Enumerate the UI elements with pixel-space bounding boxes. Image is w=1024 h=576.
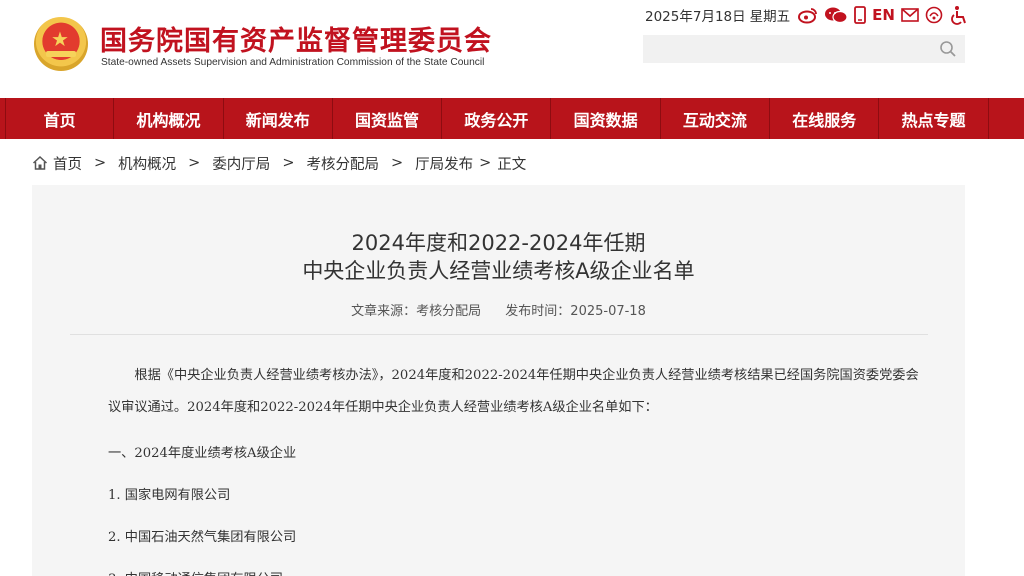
nav-item-interaction[interactable]: 互动交流: [661, 98, 771, 139]
breadcrumb-home[interactable]: 首页: [53, 153, 82, 174]
list-item: 2. 中国石油天然气集团有限公司: [108, 530, 297, 545]
mobile-icon[interactable]: [854, 5, 867, 25]
home-icon: [32, 155, 48, 170]
article-title: 2024年度和2022-2024年任期 中央企业负责人经营业绩考核A级企业名单: [32, 229, 965, 285]
nav-item-news[interactable]: 新闻发布: [224, 98, 333, 139]
article-intro-paragraph: 根据《中央企业负责人经营业绩考核办法》，2024年度和2022-2024年任期中…: [108, 368, 919, 415]
nav-item-supervision[interactable]: 国资监管: [333, 98, 443, 139]
article-source: 文章来源：考核分配局: [351, 304, 482, 319]
article-title-line-1: 2024年度和2022-2024年任期: [351, 231, 646, 255]
section-heading: 一、2024年度业绩考核A级企业: [108, 446, 297, 461]
breadcrumb-assessment-bureau[interactable]: 考核分配局: [306, 153, 379, 174]
breadcrumb-departments[interactable]: 委内厅局: [212, 153, 270, 174]
article-body: 根据《中央企业负责人经营业绩考核办法》，2024年度和2022-2024年任期中…: [108, 360, 928, 576]
accessibility-icon[interactable]: [949, 5, 967, 25]
current-weekday: 星期五: [749, 9, 791, 25]
nav-item-home[interactable]: 首页: [5, 98, 115, 139]
article-publish-time: 发布时间：2025-07-18: [505, 304, 646, 319]
national-emblem-logo[interactable]: ★: [34, 17, 88, 71]
search-box: [643, 35, 965, 63]
english-version-link[interactable]: EN: [872, 6, 895, 24]
breadcrumb-bureau-releases[interactable]: 厅局发布: [415, 153, 473, 174]
article-panel: 2024年度和2022-2024年任期 中央企业负责人经营业绩考核A级企业名单 …: [32, 185, 965, 576]
search-icon[interactable]: [939, 40, 957, 58]
top-utility-bar: 2025年7月18日 星期五 EN: [645, 4, 973, 26]
mail-icon[interactable]: [901, 5, 919, 25]
elder-care-icon[interactable]: [925, 5, 943, 25]
weibo-icon[interactable]: [798, 5, 818, 25]
site-title-en: State-owned Assets Supervision and Admin…: [101, 57, 485, 68]
breadcrumb-separator: >: [188, 155, 201, 171]
current-date: 2025年7月18日: [645, 9, 746, 25]
breadcrumb-current: 正文: [497, 156, 527, 173]
site-title-cn[interactable]: 国务院国有资产监督管理委员会: [100, 19, 492, 58]
breadcrumb-separator: >: [390, 155, 404, 171]
nav-item-data[interactable]: 国资数据: [551, 98, 661, 139]
site-header: ★ 国务院国有资产监督管理委员会 State-owned Assets Supe…: [0, 0, 1024, 98]
nav-item-online-services[interactable]: 在线服务: [770, 98, 880, 139]
breadcrumb-separator: >: [94, 155, 107, 171]
nav-item-government-affairs[interactable]: 政务公开: [442, 98, 552, 139]
breadcrumb-separator: >: [282, 155, 295, 171]
article-title-line-2: 中央企业负责人经营业绩考核A级企业名单: [302, 259, 695, 283]
breadcrumb-separator: >: [479, 155, 492, 171]
divider: [70, 334, 928, 335]
list-item: 1. 国家电网有限公司: [108, 488, 231, 503]
article-meta: 文章来源：考核分配局 发布时间：2025-07-18: [32, 300, 965, 319]
search-input[interactable]: [643, 35, 933, 63]
list-item: 3. 中国移动通信集团有限公司: [108, 568, 928, 576]
main-nav: 首页 机构概况 新闻发布 国资监管 政务公开 国资数据 互动交流 在线服务 热点…: [0, 98, 1024, 139]
breadcrumb-organization[interactable]: 机构概况: [118, 153, 176, 174]
breadcrumb: 首页 > 机构概况 > 委内厅局 > 考核分配局 > 厅局发布 > 正文: [32, 152, 526, 174]
nav-item-organization[interactable]: 机构概况: [114, 98, 224, 139]
wechat-icon[interactable]: [824, 5, 848, 25]
nav-item-topics[interactable]: 热点专题: [879, 98, 989, 139]
